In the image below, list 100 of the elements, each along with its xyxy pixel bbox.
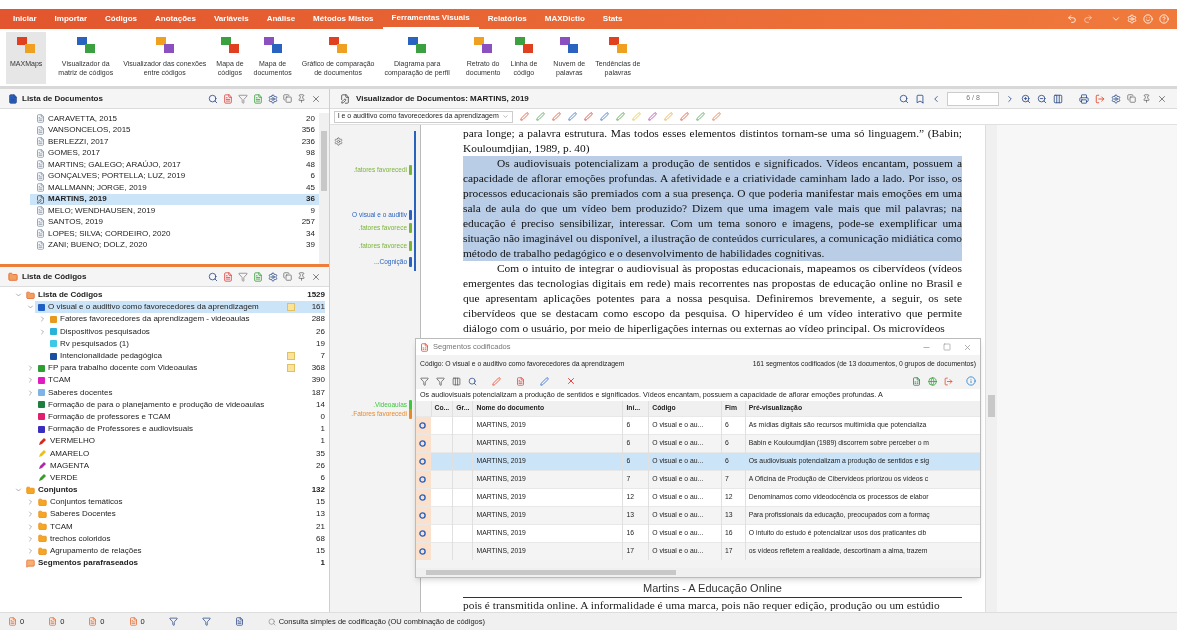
- menu-tab[interactable]: Análise: [257, 9, 305, 29]
- scrollbar[interactable]: [985, 125, 997, 612]
- help-icon[interactable]: [1159, 14, 1169, 24]
- code-item[interactable]: Formação de Professores e audiovisuais 1: [35, 423, 325, 436]
- web-export-icon[interactable]: [928, 376, 937, 386]
- pin-icon[interactable]: [297, 272, 306, 281]
- code-item[interactable]: Formação de professores e TCAM 0: [35, 410, 325, 424]
- maximize-icon[interactable]: [943, 342, 951, 351]
- document-item[interactable]: VANSONCELOS, 2015 356: [30, 124, 319, 136]
- scrollbar[interactable]: [319, 113, 329, 264]
- redo-icon[interactable]: [1083, 14, 1093, 24]
- code-item[interactable]: Conjuntos 132: [23, 484, 325, 497]
- document-item[interactable]: MALLMANN; JORGE, 2019 45: [30, 182, 319, 194]
- document-item[interactable]: GONÇALVES; PORTELLA; LUZ, 2019 6: [30, 170, 319, 182]
- document-icon[interactable]: [253, 271, 263, 282]
- filter-icon[interactable]: [238, 93, 248, 104]
- search-icon[interactable]: [208, 93, 218, 104]
- filter-icon[interactable]: [201, 617, 211, 626]
- columns-icon[interactable]: [452, 376, 461, 386]
- expand-toggle-icon[interactable]: [26, 364, 35, 373]
- expand-toggle-icon[interactable]: [26, 534, 35, 543]
- document-item[interactable]: MARTINS; GALEGO; ARAÚJO, 2017 48: [30, 159, 319, 171]
- code-item[interactable]: Saberes Docentes 13: [35, 508, 325, 521]
- menu-tab[interactable]: Anotações: [146, 9, 205, 29]
- document-item[interactable]: MELO; WENDHAUSEN, 2019 9: [30, 205, 319, 217]
- pin-icon[interactable]: [1142, 94, 1151, 103]
- code-item[interactable]: O visual e o auditivo como favorecedores da aprendizagem 161: [35, 301, 325, 314]
- undock-icon[interactable]: [1127, 94, 1136, 103]
- previous-page-icon[interactable]: [931, 93, 941, 104]
- code-item[interactable]: VERDE 6: [35, 471, 325, 484]
- undock-icon[interactable]: [283, 272, 292, 281]
- chevron-down-icon[interactable]: [1111, 14, 1121, 24]
- bookmark-icon[interactable]: [915, 93, 925, 104]
- code-item[interactable]: FP para trabalho docente com Videoaulas 368: [35, 362, 325, 375]
- search-icon[interactable]: [899, 93, 909, 104]
- smiley-icon[interactable]: [1143, 14, 1153, 24]
- close-icon[interactable]: [1157, 93, 1167, 104]
- expand-toggle-icon[interactable]: [26, 498, 35, 507]
- pin-icon[interactable]: [297, 94, 306, 103]
- layout-icon[interactable]: [1053, 93, 1063, 104]
- document-item[interactable]: CARAVETTA, 2015 20: [30, 113, 319, 125]
- info-icon[interactable]: [966, 376, 976, 386]
- close-icon[interactable]: [311, 93, 321, 104]
- expand-toggle-icon[interactable]: [26, 388, 35, 397]
- filter-icon[interactable]: [420, 376, 429, 386]
- filter-icon[interactable]: [238, 271, 248, 282]
- document-icon[interactable]: [223, 93, 233, 104]
- zoom-out-icon[interactable]: [1037, 93, 1047, 104]
- document-item[interactable]: GOMES, 2017 98: [30, 147, 319, 159]
- code-item[interactable]: Formação de para o planejamento e produção de videoaulas 14: [35, 398, 325, 411]
- undock-icon[interactable]: [283, 94, 292, 103]
- menu-tab[interactable]: Códigos: [96, 9, 147, 29]
- export-icon[interactable]: [944, 376, 953, 386]
- search-icon[interactable]: [208, 271, 218, 282]
- code-item[interactable]: Segmentos parafraseados 1: [23, 557, 325, 570]
- settings-icon[interactable]: [268, 93, 278, 104]
- settings-icon[interactable]: [1111, 93, 1121, 104]
- code-item[interactable]: TCAM 390: [35, 374, 325, 387]
- horizontal-scrollbar[interactable]: [416, 568, 980, 577]
- code-item[interactable]: Intencionalidade pedagógica 7: [47, 349, 325, 363]
- expand-toggle-icon[interactable]: [26, 376, 35, 385]
- memo-icon[interactable]: [287, 352, 295, 361]
- memo-icon[interactable]: [287, 364, 295, 373]
- expand-toggle-icon[interactable]: [26, 547, 35, 556]
- menu-tab[interactable]: Variáveis: [204, 9, 258, 29]
- document-icon[interactable]: [223, 271, 233, 282]
- settings-icon[interactable]: [268, 271, 278, 282]
- expand-toggle-icon[interactable]: [38, 327, 47, 336]
- code-item[interactable]: Lista de Códigos 1529: [23, 289, 325, 302]
- code-item[interactable]: Rv pesquisados (1) 19: [47, 337, 325, 350]
- print-icon[interactable]: [1079, 93, 1089, 104]
- search-icon[interactable]: [468, 376, 477, 386]
- code-item[interactable]: Agrupamento de relações 15: [35, 544, 325, 558]
- undo-icon[interactable]: [1067, 14, 1077, 24]
- export-icon[interactable]: [1095, 93, 1105, 104]
- code-item[interactable]: Fatores favorecedores da aprendizagem - videoaulas 288: [47, 313, 325, 326]
- settings-icon[interactable]: [334, 137, 343, 146]
- code-item[interactable]: TCAM 21: [35, 520, 325, 533]
- code-item[interactable]: AMARELO 35: [35, 447, 325, 460]
- close-icon[interactable]: [963, 342, 972, 352]
- menu-tab[interactable]: Importar: [45, 9, 97, 29]
- document-item[interactable]: MARTINS, 2019 36: [30, 193, 319, 205]
- next-page-icon[interactable]: [1005, 93, 1015, 104]
- code-item[interactable]: VERMELHO 1: [35, 435, 325, 448]
- document-item[interactable]: BERLEZZI, 2017 236: [30, 136, 319, 148]
- document-item[interactable]: LOPES; SILVA; CORDEIRO, 2020 34: [30, 228, 319, 240]
- document-item[interactable]: SANTOS, 2019 257: [30, 216, 319, 228]
- delete-icon[interactable]: [566, 376, 576, 386]
- menu-tab[interactable]: Iniciar: [4, 9, 46, 29]
- expand-toggle-icon[interactable]: [38, 315, 47, 324]
- document-icon[interactable]: [234, 617, 244, 626]
- expand-toggle-icon[interactable]: [26, 510, 35, 519]
- code-item[interactable]: Dispositivos pesquisados 26: [47, 325, 325, 338]
- filter-icon[interactable]: [436, 376, 445, 386]
- document-icon[interactable]: [253, 93, 263, 104]
- excel-icon[interactable]: [912, 376, 921, 386]
- code-item[interactable]: MAGENTA 26: [35, 459, 325, 472]
- code-item[interactable]: trechos coloridos 68: [35, 532, 325, 545]
- document-item[interactable]: ZANI; BUENO; DOLZ, 2020 39: [30, 239, 319, 251]
- document-icon[interactable]: [516, 376, 525, 386]
